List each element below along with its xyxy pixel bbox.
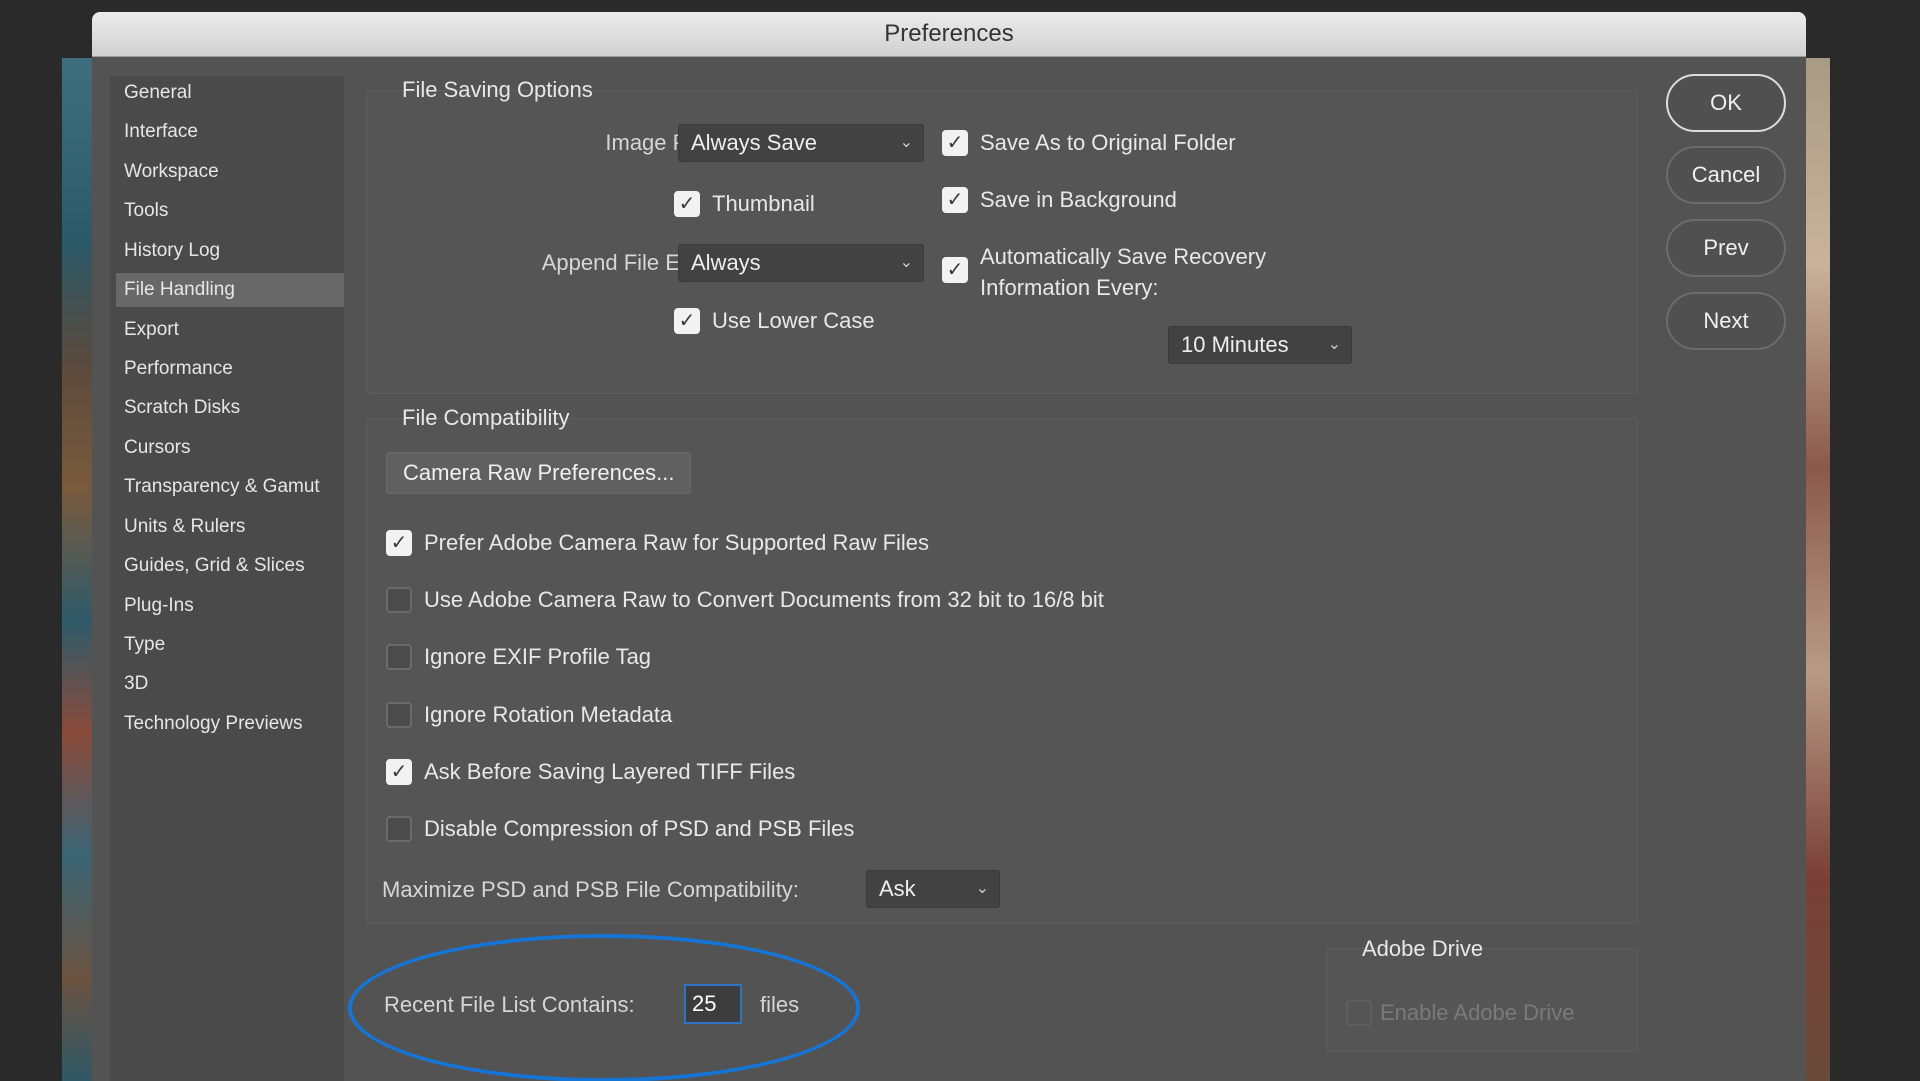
sidebar-item-technology-previews[interactable]: Technology Previews xyxy=(116,707,344,741)
disable-compression-label: Disable Compression of PSD and PSB Files xyxy=(424,816,855,841)
sidebar-item-tools[interactable]: Tools xyxy=(116,194,344,228)
ignore-rotation-label: Ignore Rotation Metadata xyxy=(424,702,673,727)
append-file-extension-value: Always xyxy=(691,250,761,275)
sidebar-item-transparency-gamut[interactable]: Transparency & Gamut xyxy=(116,470,344,504)
thumbnail-label: Thumbnail xyxy=(712,191,815,216)
prefer-camera-raw-label: Prefer Adobe Camera Raw for Supported Ra… xyxy=(424,530,930,555)
sidebar-item-cursors[interactable]: Cursors xyxy=(116,431,344,465)
chevron-down-icon: ⌄ xyxy=(975,880,989,897)
use-lower-case-label: Use Lower Case xyxy=(712,308,875,333)
sidebar-item-interface[interactable]: Interface xyxy=(116,115,344,149)
sidebar-item-workspace[interactable]: Workspace xyxy=(116,155,344,189)
sidebar-item-performance[interactable]: Performance xyxy=(116,352,344,386)
ignore-exif-checkbox[interactable] xyxy=(386,644,412,670)
sidebar-item-units-rulers[interactable]: Units & Rulers xyxy=(116,510,344,544)
sidebar-item-export[interactable]: Export xyxy=(116,313,344,347)
prefer-camera-raw-checkbox[interactable]: ✓ xyxy=(386,530,412,556)
prev-button[interactable]: Prev xyxy=(1666,219,1786,277)
use-lower-case-checkbox[interactable]: ✓ xyxy=(674,308,700,334)
next-button[interactable]: Next xyxy=(1666,292,1786,350)
auto-save-recovery-label-line2: Information Every: xyxy=(980,275,1159,300)
preferences-sidebar: General Interface Workspace Tools Histor… xyxy=(110,76,344,1081)
save-as-original-folder-label: Save As to Original Folder xyxy=(980,130,1236,155)
file-compatibility-legend: File Compatibility xyxy=(402,405,570,430)
save-as-original-folder-checkbox[interactable]: ✓ xyxy=(942,130,968,156)
background-photo-left xyxy=(62,58,96,1081)
chevron-down-icon: ⌄ xyxy=(899,134,913,151)
enable-adobe-drive-checkbox[interactable] xyxy=(1346,1000,1372,1026)
camera-raw-preferences-button[interactable]: Camera Raw Preferences... xyxy=(386,452,692,494)
sidebar-item-scratch-disks[interactable]: Scratch Disks xyxy=(116,391,344,425)
window-title: Preferences xyxy=(92,12,1806,57)
auto-save-recovery-checkbox[interactable]: ✓ xyxy=(942,257,968,283)
disable-compression-checkbox[interactable] xyxy=(386,816,412,842)
chevron-down-icon: ⌄ xyxy=(899,254,913,271)
ask-layered-tiff-checkbox[interactable]: ✓ xyxy=(386,759,412,785)
convert-32bit-checkbox[interactable] xyxy=(386,587,412,613)
adobe-drive-legend: Adobe Drive xyxy=(1362,936,1484,961)
auto-save-interval-value: 10 Minutes xyxy=(1181,332,1289,357)
image-previews-value: Always Save xyxy=(691,130,817,155)
file-saving-options-legend: File Saving Options xyxy=(402,77,593,102)
sidebar-item-plug-ins[interactable]: Plug-Ins xyxy=(116,589,344,623)
chevron-down-icon: ⌄ xyxy=(1327,336,1341,353)
ignore-rotation-checkbox[interactable] xyxy=(386,702,412,728)
auto-save-interval-select[interactable]: 10 Minutes ⌄ xyxy=(1168,326,1352,364)
auto-save-recovery-label-line1: Automatically Save Recovery xyxy=(980,244,1267,269)
save-in-background-checkbox[interactable]: ✓ xyxy=(942,187,968,213)
enable-adobe-drive-label: Enable Adobe Drive xyxy=(1380,1000,1575,1025)
append-file-extension-select[interactable]: Always ⌄ xyxy=(678,244,924,282)
ignore-exif-label: Ignore EXIF Profile Tag xyxy=(424,644,652,669)
ok-button[interactable]: OK xyxy=(1666,74,1786,132)
save-in-background-label: Save in Background xyxy=(980,187,1177,212)
sidebar-item-file-handling[interactable]: File Handling xyxy=(116,273,344,307)
background-photo-right xyxy=(1806,58,1830,1081)
thumbnail-checkbox[interactable]: ✓ xyxy=(674,191,700,217)
sidebar-item-history-log[interactable]: History Log xyxy=(116,234,344,268)
highlight-ellipse xyxy=(348,934,860,1081)
cancel-button[interactable]: Cancel xyxy=(1666,146,1786,204)
sidebar-item-guides-grid-slices[interactable]: Guides, Grid & Slices xyxy=(116,549,344,583)
image-previews-select[interactable]: Always Save ⌄ xyxy=(678,124,924,162)
sidebar-item-3d[interactable]: 3D xyxy=(116,667,344,701)
sidebar-item-type[interactable]: Type xyxy=(116,628,344,662)
maximize-compatibility-select[interactable]: Ask ⌄ xyxy=(866,870,1000,908)
convert-32bit-label: Use Adobe Camera Raw to Convert Document… xyxy=(424,587,1104,612)
ask-layered-tiff-label: Ask Before Saving Layered TIFF Files xyxy=(424,759,796,784)
maximize-compatibility-label: Maximize PSD and PSB File Compatibility: xyxy=(382,877,799,902)
preferences-dialog: Preferences General Interface Workspace … xyxy=(92,12,1806,1081)
maximize-compatibility-value: Ask xyxy=(879,876,916,901)
sidebar-item-general[interactable]: General xyxy=(116,76,344,110)
